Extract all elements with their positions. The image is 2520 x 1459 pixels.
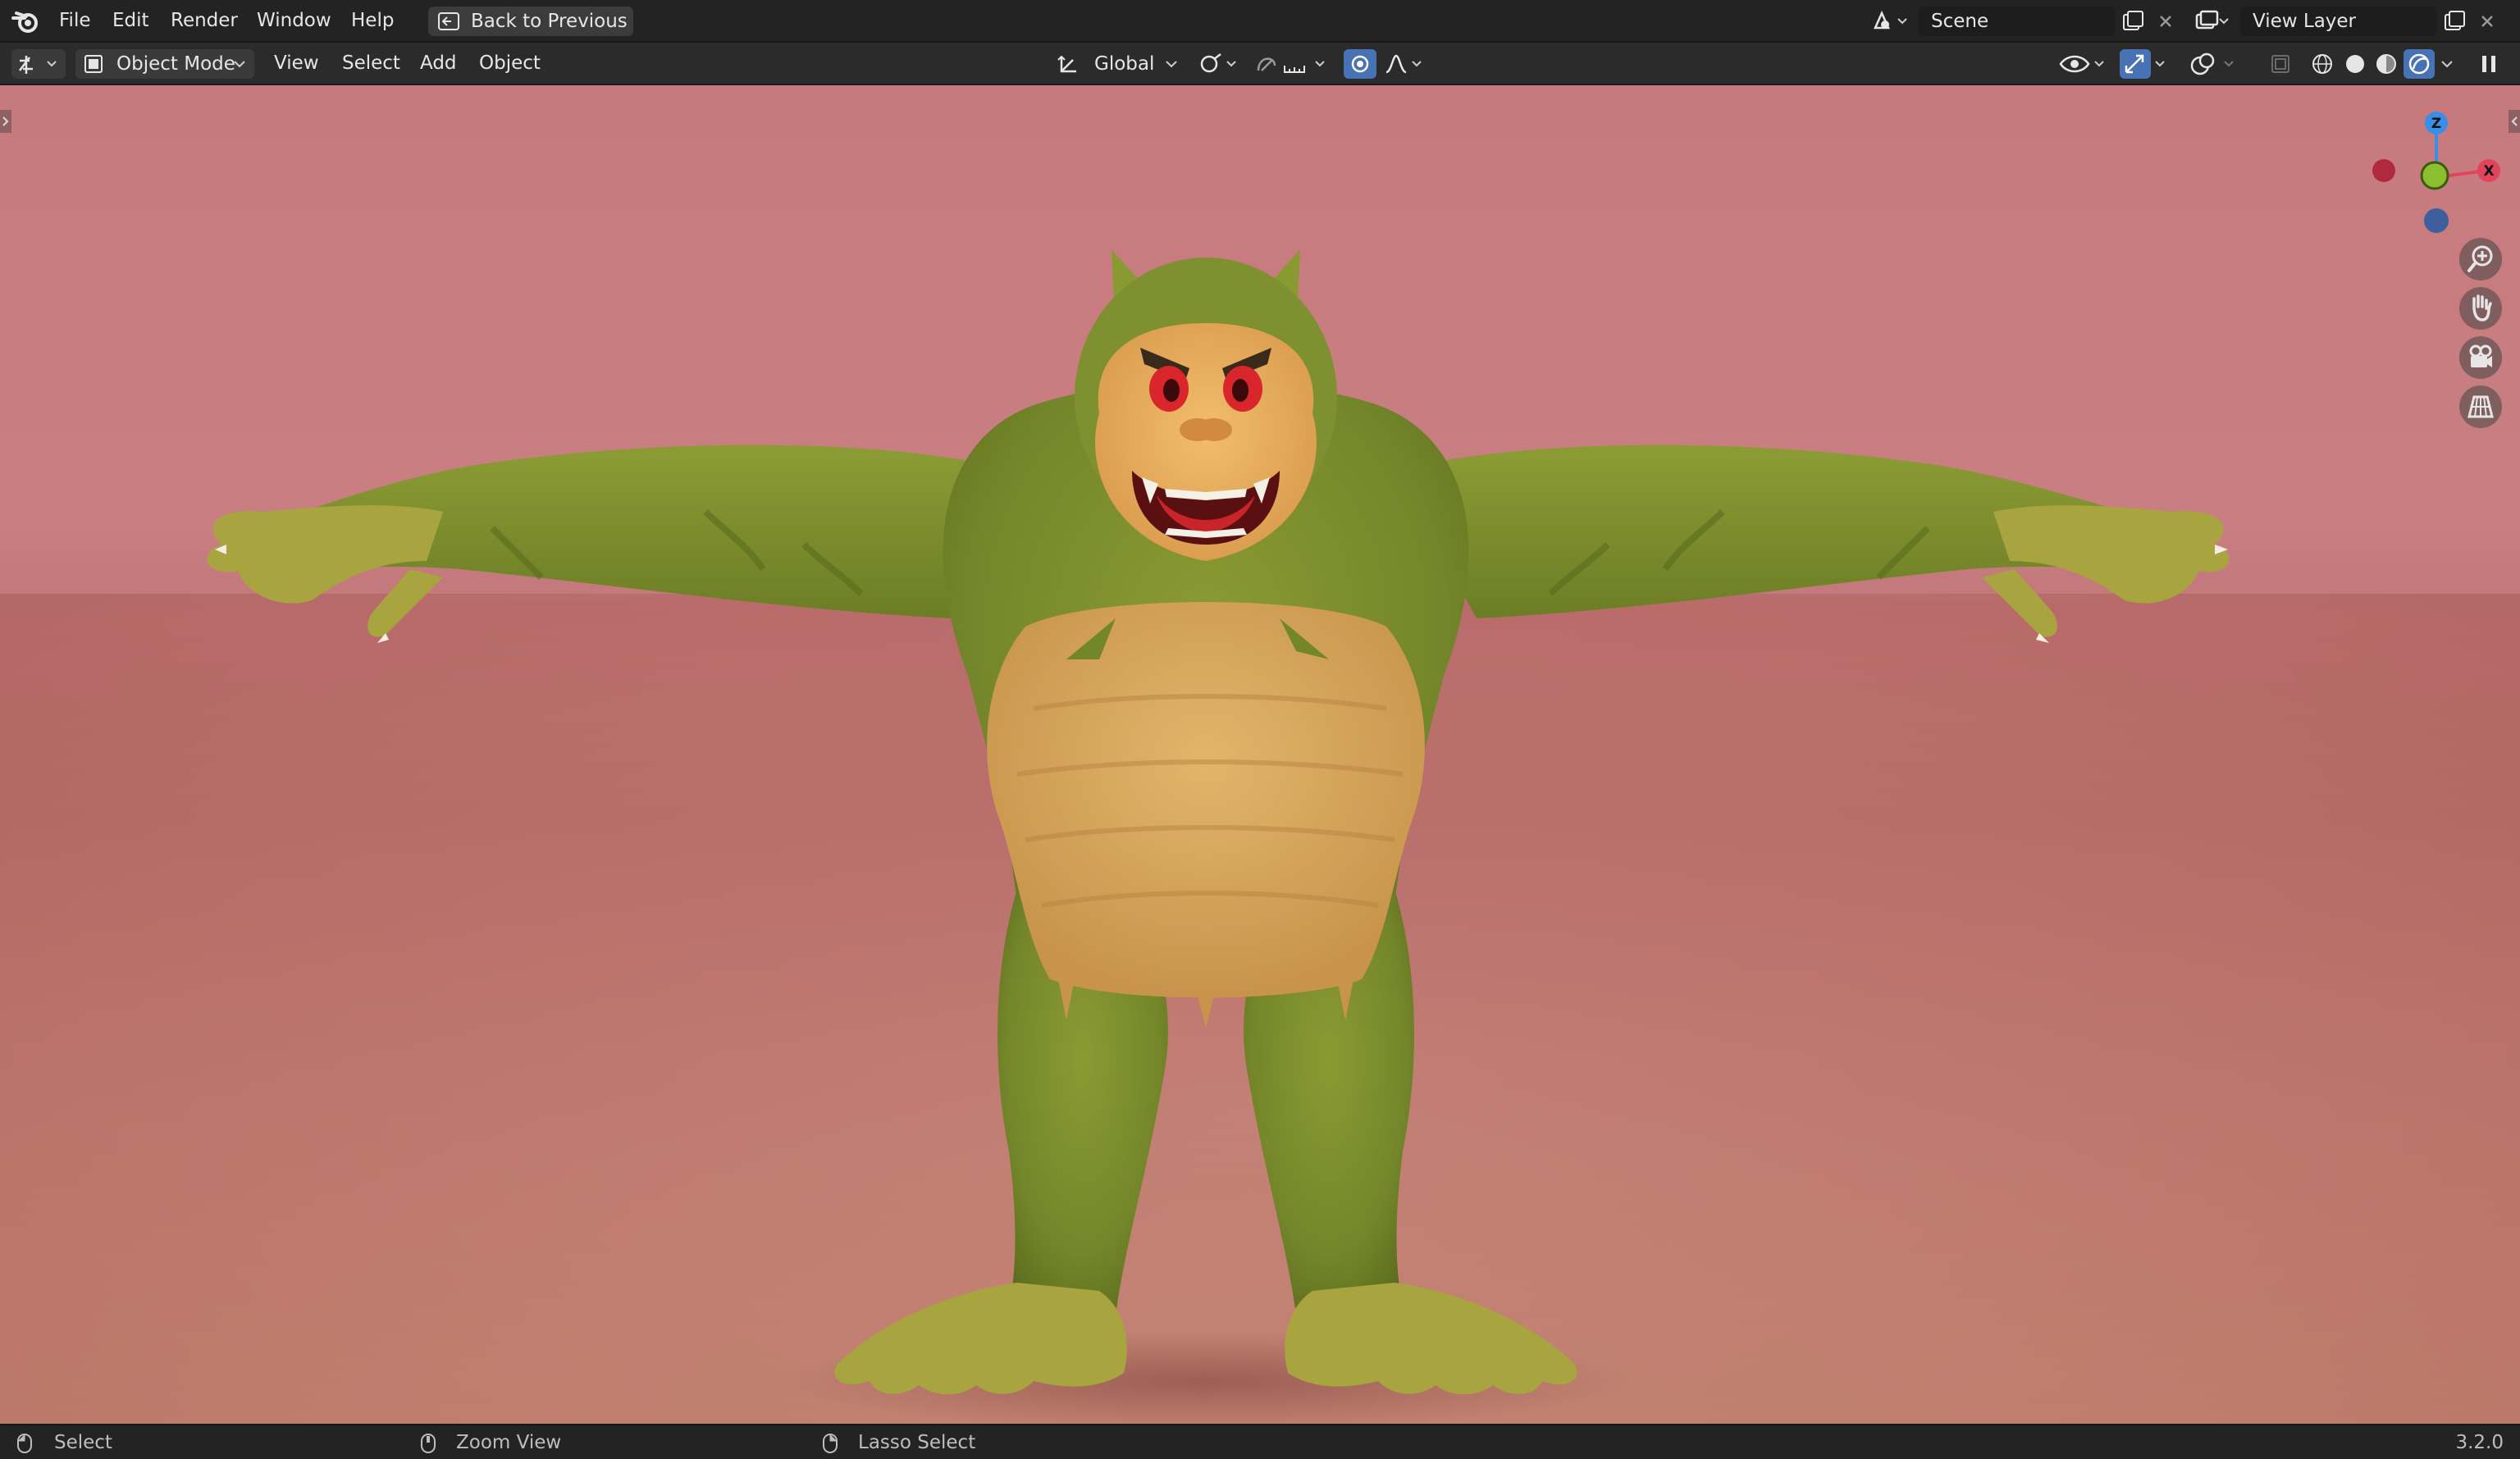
material-icon[interactable] xyxy=(2371,49,2402,79)
solid-icon[interactable] xyxy=(2340,49,2371,79)
ogre-character-model[interactable] xyxy=(0,85,2520,1424)
grid-icon[interactable] xyxy=(2459,385,2502,428)
header-menu-view[interactable]: View xyxy=(274,43,319,84)
header-menu-add[interactable]: Add xyxy=(420,43,457,84)
hand-icon[interactable] xyxy=(2459,287,2502,330)
mouse-icon xyxy=(420,1433,436,1454)
orientation-icon xyxy=(1057,53,1080,76)
header-menu-object[interactable]: Object xyxy=(479,43,541,84)
transform-orientation-label: Global xyxy=(1094,53,1155,75)
scene-icon[interactable] xyxy=(1870,7,1910,36)
zoom-icon[interactable] xyxy=(2459,238,2502,280)
gizmo-z-label: Z xyxy=(2431,116,2441,132)
new-icon[interactable] xyxy=(2120,8,2146,34)
object-mode-icon xyxy=(84,54,103,74)
gizmo-neg-z[interactable] xyxy=(2424,208,2449,233)
proportional-icon[interactable] xyxy=(1344,49,1431,79)
blender-logo-icon[interactable] xyxy=(11,8,39,34)
status-select-label: Select xyxy=(54,1432,112,1453)
header-menu-select[interactable]: Select xyxy=(342,43,400,84)
overlay-icon[interactable] xyxy=(2185,49,2244,79)
mouse-icon xyxy=(822,1433,838,1454)
version-label: 3.2.0 xyxy=(2455,1432,2504,1453)
view-layer-label: View Layer xyxy=(2253,11,2357,32)
rendered-icon[interactable] xyxy=(2404,49,2435,79)
scene-name-field[interactable]: Scene xyxy=(1918,7,2115,36)
new-icon[interactable] xyxy=(2441,8,2468,34)
mouse-icon xyxy=(16,1433,33,1454)
camera-icon[interactable] xyxy=(2459,336,2502,379)
menu-render[interactable]: Render xyxy=(171,0,238,43)
chevron-down-icon xyxy=(233,49,246,89)
status-lasso-select-label: Lasso Select xyxy=(858,1432,976,1453)
scene-name-label: Scene xyxy=(1931,11,1989,32)
object-mode-dropdown[interactable]: Object Mode xyxy=(75,49,254,79)
chevron-down-icon[interactable] xyxy=(2438,49,2458,79)
object-mode-label: Object Mode xyxy=(116,53,235,75)
back-to-previous-label: Back to Previous xyxy=(471,11,628,32)
back-to-previous-button[interactable]: Back to Previous xyxy=(428,7,633,36)
view-layer-icon[interactable] xyxy=(2192,7,2231,36)
menu-help[interactable]: Help xyxy=(351,0,394,43)
gizmo-x-label: X xyxy=(2483,163,2494,180)
back-icon xyxy=(438,12,459,30)
pause-icon[interactable] xyxy=(2472,49,2505,79)
visibility-icon[interactable] xyxy=(2056,49,2111,79)
xray-icon[interactable] xyxy=(2266,49,2295,79)
view-layer-field[interactable]: View Layer xyxy=(2239,7,2436,36)
chevron-down-icon xyxy=(1165,49,1178,89)
close-icon[interactable] xyxy=(2154,8,2177,34)
status-zoom-view-label: Zoom View xyxy=(456,1432,562,1453)
pivot-icon[interactable] xyxy=(1194,49,1244,79)
viewport-header: Object Mode View Select Add Object Globa… xyxy=(0,43,2520,85)
snap-icon[interactable] xyxy=(1252,49,1334,79)
editor-type-icon[interactable] xyxy=(11,49,66,79)
menu-edit[interactable]: Edit xyxy=(112,0,149,43)
status-bar: Select Zoom View Lasso Select 3.2.0 xyxy=(0,1424,2520,1459)
close-icon[interactable] xyxy=(2476,8,2499,34)
menu-file[interactable]: File xyxy=(59,0,91,43)
top-bar: File Edit Render Window Help Back to Pre… xyxy=(0,0,2520,43)
3d-viewport[interactable]: Z X xyxy=(0,85,2520,1424)
transform-orientation-dropdown[interactable]: Global xyxy=(1052,49,1183,79)
menu-window[interactable]: Window xyxy=(257,0,331,43)
wireframe-icon[interactable] xyxy=(2307,49,2338,79)
navigation-gizmo[interactable]: Z X xyxy=(2362,100,2510,190)
gizmo-icon[interactable] xyxy=(2120,49,2172,79)
